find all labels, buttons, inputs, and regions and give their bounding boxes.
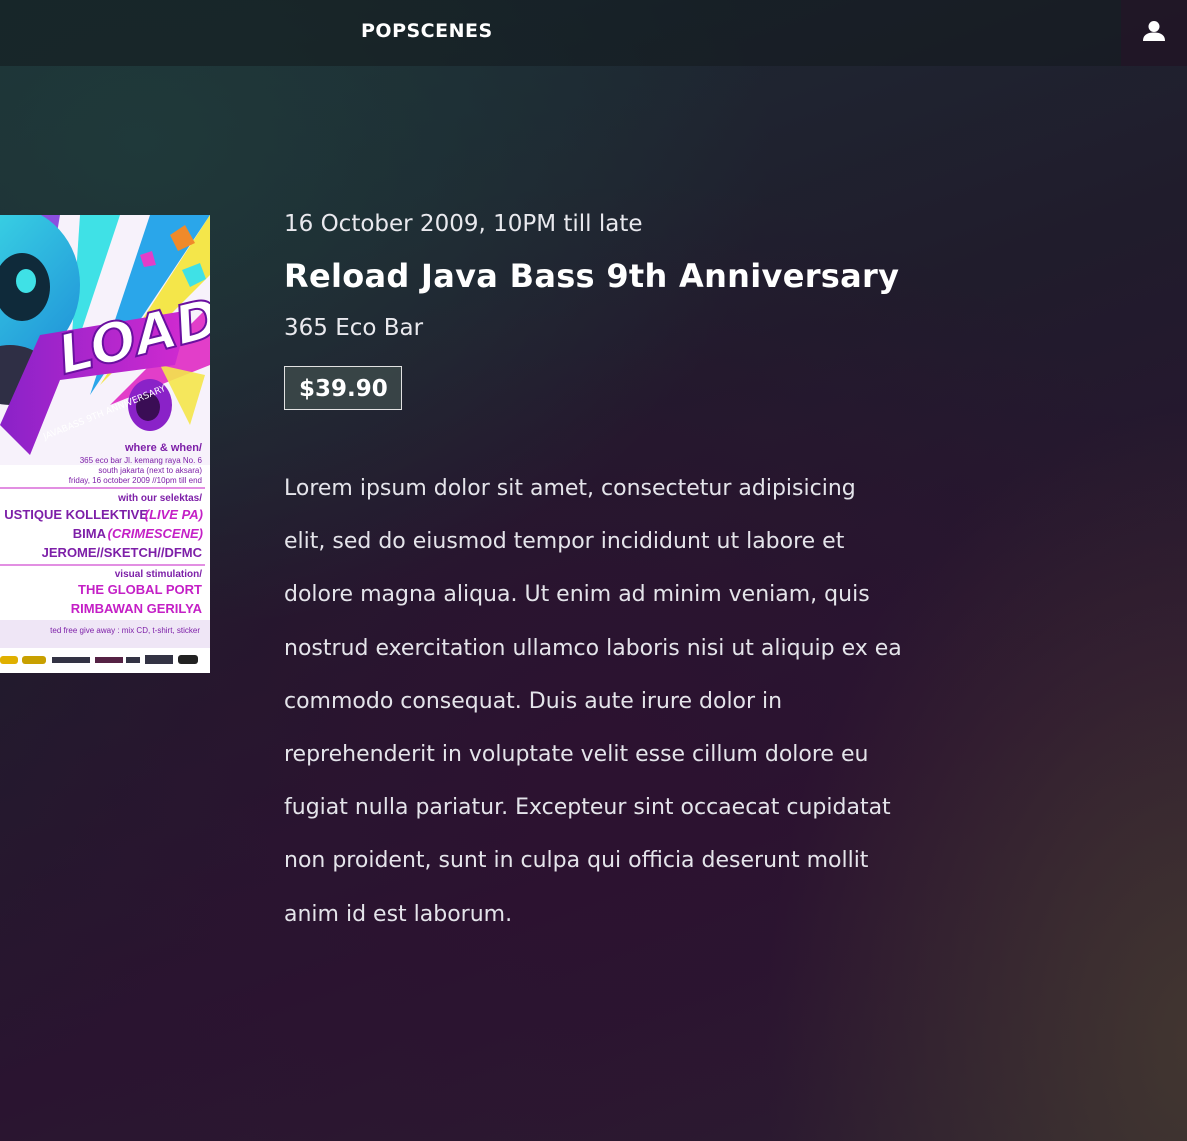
user-button[interactable] (1121, 0, 1187, 66)
event-details: 16 October 2009, 10PM till late Reload J… (284, 206, 924, 941)
poster-selekta-note: (LIVE PA) (145, 507, 203, 522)
event-venue[interactable]: 365 Eco Bar (284, 310, 924, 346)
brand-logo[interactable]: POPSCENES (361, 20, 493, 42)
poster-selekta-note: (CRIMESCENE) (108, 526, 203, 541)
poster-giveaway: ted free give away : mix CD, t-shirt, st… (50, 626, 200, 635)
event-poster: LOAD JAVABASS 9TH ANNIVERSARY where & wh… (0, 215, 210, 673)
poster-selekta: BIMA (73, 526, 107, 541)
poster-where-line: 365 eco bar Jl. kemang raya No. 6 (80, 456, 203, 465)
event-description: Lorem ipsum dolor sit amet, consectetur … (284, 476, 902, 927)
poster-selekta: USTIQUE KOLLEKTIVE (4, 507, 148, 522)
poster-where-label: where & when/ (124, 442, 202, 454)
event-title: Reload Java Bass 9th Anniversary (284, 257, 900, 295)
poster-visual: RIMBAWAN GERILYA (71, 601, 203, 616)
price-button[interactable]: $39.90 (284, 366, 402, 410)
user-icon (1142, 20, 1166, 46)
poster-where-line: south jakarta (next to aksara) (98, 466, 202, 475)
poster-where-line: friday, 16 october 2009 //10pm till end (69, 476, 202, 485)
event-date: 16 October 2009, 10PM till late (284, 211, 643, 237)
poster-visual-label: visual stimulation/ (115, 569, 202, 580)
top-bar: POPSCENES (0, 0, 1187, 66)
poster-selekta: JEROME//SKETCH//DFMC (42, 545, 203, 560)
poster-visual: THE GLOBAL PORT (78, 582, 202, 597)
poster-selektas-label: with our selektas/ (117, 493, 202, 504)
